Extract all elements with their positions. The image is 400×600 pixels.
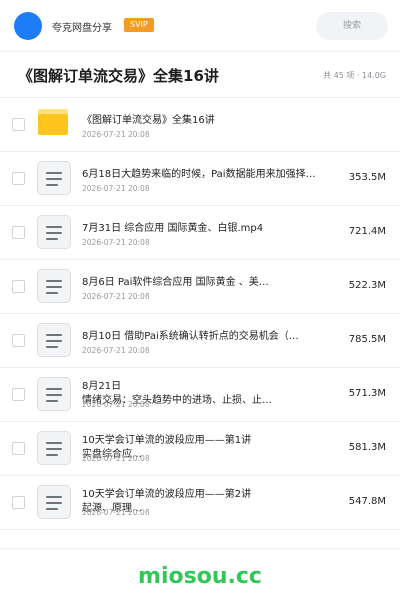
file-size: 571.3M bbox=[348, 388, 386, 399]
file-row[interactable]: 10天学会订单流的波段应用——第1讲 实盘综合应… 2026-07-21 20:08… bbox=[0, 422, 400, 476]
file-name[interactable]: 6月18日大趋势来临的时候，Pai数据能用来加强择… bbox=[82, 165, 340, 180]
folder-icon bbox=[38, 109, 68, 135]
file-name[interactable]: 8月10日 借助Pai系统确认转折点的交易机会（… bbox=[82, 327, 340, 342]
file-size: 353.5M bbox=[348, 172, 386, 183]
document-icon bbox=[37, 323, 71, 357]
document-icon bbox=[37, 161, 71, 195]
file-row[interactable]: 《图解订单流交易》全集16讲 2026-07-21 20:08 bbox=[0, 98, 400, 152]
file-row[interactable]: 8月6日 Pai软件综合应用 国际黄金 、美… 2026-07-21 20:08 5… bbox=[0, 260, 400, 314]
document-icon bbox=[37, 269, 71, 303]
file-date: 2026-07-21 20:08 bbox=[82, 454, 150, 463]
page-title: 《图解订单流交易》全集16讲 bbox=[18, 67, 219, 85]
select-checkbox[interactable] bbox=[12, 334, 25, 347]
file-name[interactable]: 7月31日 综合应用 国际黄金、白银.mp4 bbox=[82, 219, 340, 234]
file-size: 547.8M bbox=[348, 496, 386, 507]
select-checkbox[interactable] bbox=[12, 226, 25, 239]
avatar[interactable] bbox=[14, 12, 42, 40]
file-date: 2026-07-21 20:08 bbox=[82, 184, 150, 193]
file-row[interactable]: 8月21日 情绪交易：空头趋势中的进场、止损、止… 2026-07-21 20:08… bbox=[0, 368, 400, 422]
top-bar: 夸克网盘分享 SVIP bbox=[0, 0, 400, 52]
brand-watermark: miosou.cc bbox=[138, 564, 262, 589]
document-icon bbox=[37, 215, 71, 249]
select-checkbox[interactable] bbox=[12, 118, 25, 131]
search-input[interactable] bbox=[316, 12, 388, 40]
file-date: 2026-07-21 20:08 bbox=[82, 508, 150, 517]
select-checkbox[interactable] bbox=[12, 280, 25, 293]
file-size: 581.3M bbox=[348, 442, 386, 453]
file-date: 2026-07-21 20:08 bbox=[82, 400, 150, 409]
footer: miosou.cc bbox=[0, 548, 400, 600]
file-row[interactable]: 10天学会订单流的波段应用——第2讲 起源、原理… 2026-07-21 20:08… bbox=[0, 476, 400, 530]
select-checkbox[interactable] bbox=[12, 496, 25, 509]
file-date: 2026-07-21 20:08 bbox=[82, 238, 150, 247]
document-icon bbox=[37, 485, 71, 519]
folder-title-row: 《图解订单流交易》全集16讲 共 45 项 · 14.0G bbox=[0, 52, 400, 98]
file-name[interactable]: 《图解订单流交易》全集16讲 bbox=[82, 111, 340, 126]
item-count-meta: 共 45 项 · 14.0G bbox=[323, 71, 386, 80]
file-size: 522.3M bbox=[348, 280, 386, 291]
file-date: 2026-07-21 20:08 bbox=[82, 130, 150, 139]
file-row[interactable]: 8月10日 借助Pai系统确认转折点的交易机会（… 2026-07-21 20:0… bbox=[0, 314, 400, 368]
file-name[interactable]: 8月6日 Pai软件综合应用 国际黄金 、美… bbox=[82, 273, 340, 288]
select-checkbox[interactable] bbox=[12, 442, 25, 455]
file-date: 2026-07-21 20:08 bbox=[82, 292, 150, 301]
file-size: 785.5M bbox=[348, 334, 386, 345]
file-row[interactable]: 6月18日大趋势来临的时候，Pai数据能用来加强择… 2026-07-21 20:… bbox=[0, 152, 400, 206]
select-checkbox[interactable] bbox=[12, 172, 25, 185]
document-icon bbox=[37, 431, 71, 465]
document-icon bbox=[37, 377, 71, 411]
file-date: 2026-07-21 20:08 bbox=[82, 346, 150, 355]
file-row[interactable]: 7月31日 综合应用 国际黄金、白银.mp4 2026-07-21 20:08 72… bbox=[0, 206, 400, 260]
file-list: 《图解订单流交易》全集16讲 2026-07-21 20:08 6月18日大趋势来临… bbox=[0, 98, 400, 530]
select-checkbox[interactable] bbox=[12, 388, 25, 401]
share-label: 夸克网盘分享 bbox=[52, 23, 112, 34]
file-size: 721.4M bbox=[348, 226, 386, 237]
svip-badge: SVIP bbox=[124, 18, 154, 32]
